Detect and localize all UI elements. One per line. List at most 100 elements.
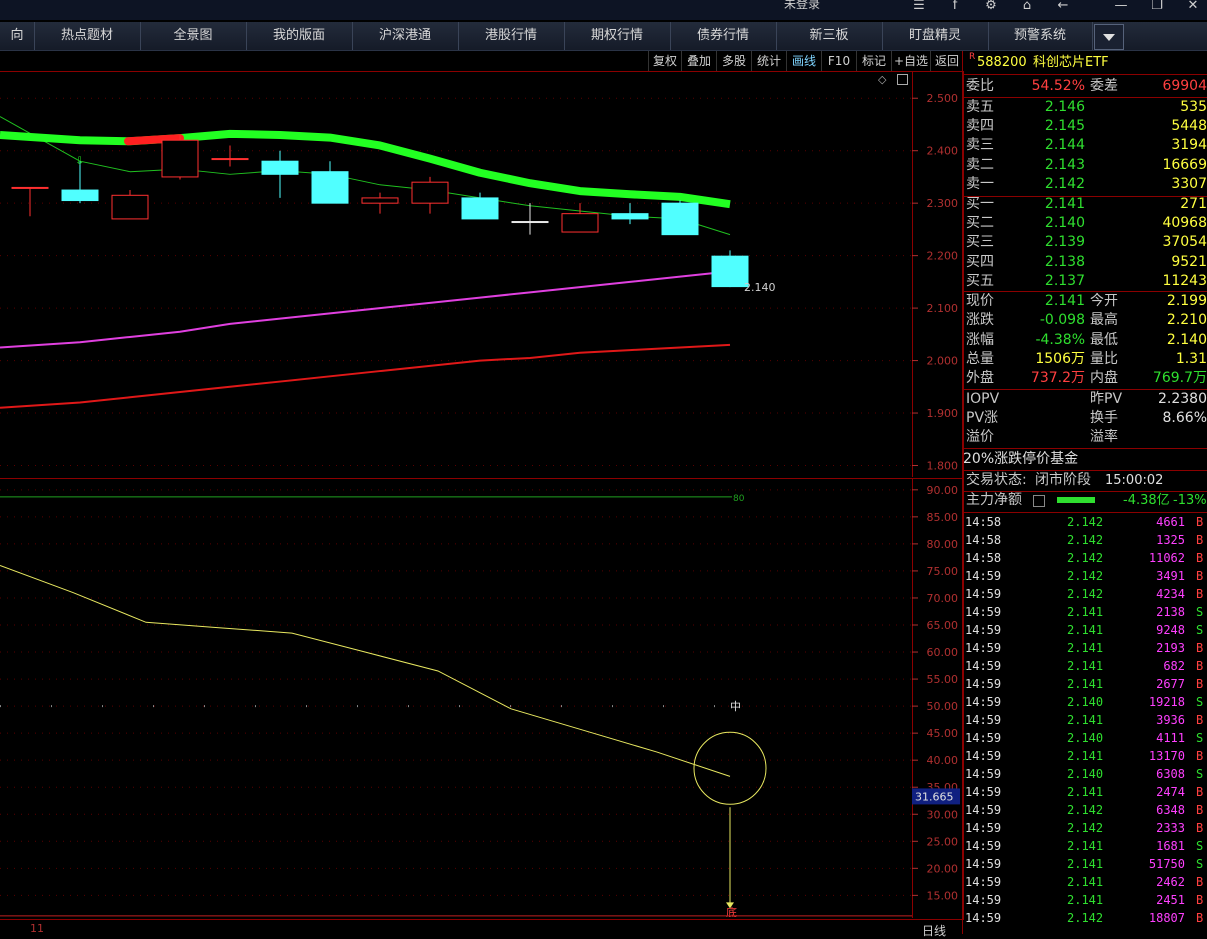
tick-row[interactable]: 14:58 2.142 11062 B (963, 549, 1207, 567)
tick-price: 2.142 (1067, 551, 1104, 565)
toolbar-button[interactable]: 返回 (930, 51, 963, 71)
main-flow-label: 主力净额 (966, 492, 1022, 508)
tick-row[interactable]: 14:58 2.142 4661 B (963, 513, 1207, 531)
tick-row[interactable]: 14:59 2.140 19218 S (963, 693, 1207, 711)
tick-price: 2.141 (1067, 677, 1104, 691)
tick-time: 14:59 (965, 659, 1002, 673)
y-tick-label: 2.400 (927, 145, 959, 158)
tick-row[interactable]: 14:59 2.141 2462 B (963, 873, 1207, 891)
toolbar-button-draw[interactable]: 画线 (786, 51, 821, 71)
tick-price: 2.142 (1067, 911, 1104, 925)
ask-label: 卖四 (966, 118, 994, 135)
tick-side: B (1196, 785, 1204, 799)
back-icon[interactable]: ← (1052, 0, 1074, 16)
toolbar-button[interactable]: 多股 (716, 51, 751, 71)
toolbar-button[interactable]: 标记 (856, 51, 891, 71)
tick-row[interactable]: 14:59 2.141 1681 S (963, 837, 1207, 855)
tick-row[interactable]: 14:59 2.141 2677 B (963, 675, 1207, 693)
tick-volume: 4234 (1156, 587, 1185, 601)
ask-row[interactable]: 卖四 2.145 5448 (963, 117, 1207, 136)
home-icon[interactable]: ⌂ (1016, 0, 1038, 16)
settings-icon[interactable]: ⚙ (980, 0, 1002, 16)
tick-price: 2.142 (1067, 587, 1104, 601)
time-axis-label: 11 (30, 922, 44, 935)
toolbar-button[interactable]: F10 (821, 51, 856, 71)
tick-price: 2.142 (1067, 821, 1104, 835)
price-chart[interactable]: 2.500 2.400 2.300 2.200 2.100 2.000 1.900 1.800… (0, 72, 962, 476)
ask-row[interactable]: 卖五 2.146 535 (963, 98, 1207, 117)
turnover-value: 8.66% (1162, 410, 1207, 426)
tick-row[interactable]: 14:59 2.141 682 B (963, 657, 1207, 675)
tick-row[interactable]: 14:59 2.141 13170 B (963, 747, 1207, 765)
bid-row[interactable]: 买二 2.140 40968 (963, 214, 1207, 233)
tick-row[interactable]: 14:59 2.142 6348 B (963, 801, 1207, 819)
tick-row[interactable]: 14:59 2.142 18807 B (963, 909, 1207, 927)
tick-row[interactable]: 14:59 2.141 2451 B (963, 891, 1207, 909)
list-icon[interactable]: ☰ (908, 0, 930, 16)
tick-volume: 2333 (1156, 821, 1185, 835)
weicha-value: 69904 (1162, 78, 1207, 94)
ma-magenta-line (0, 270, 731, 349)
nav-item[interactable]: 盯盘精灵 (882, 22, 989, 50)
stat-label: 最低 (1090, 331, 1118, 348)
tick-row[interactable]: 14:59 2.141 9248 S (963, 621, 1207, 639)
tick-row[interactable]: 14:59 2.142 3491 B (963, 567, 1207, 585)
tick-row[interactable]: 14:59 2.141 3936 B (963, 711, 1207, 729)
main-flow-row: 主力净额 -4.38亿 -13% (963, 491, 1207, 510)
nav-item[interactable]: 我的版面 (246, 22, 353, 50)
indicator-chart[interactable]: 90.00 85.00 80.00 75.00 70.00 65.00 60.00 55.00… (0, 479, 962, 917)
nav-item[interactable]: 沪深港通 (352, 22, 459, 50)
bid-row[interactable]: 买三 2.139 37054 (963, 233, 1207, 252)
tick-row[interactable]: 14:59 2.141 2193 B (963, 639, 1207, 657)
trade-state-label: 交易状态: (966, 472, 1027, 488)
ask-row[interactable]: 卖二 2.143 16669 (963, 156, 1207, 175)
minimize-icon[interactable]: — (1110, 0, 1132, 16)
tick-row[interactable]: 14:58 2.142 1325 B (963, 531, 1207, 549)
nav-item[interactable]: 预警系统 (988, 22, 1093, 50)
nav-item[interactable]: 港股行情 (458, 22, 565, 50)
tick-side: B (1196, 713, 1204, 727)
tick-side: B (1196, 551, 1204, 565)
premium-row: 溢价 溢率 (963, 428, 1207, 447)
nav-item[interactable]: 向 (0, 22, 35, 50)
function-icon[interactable]: f (944, 0, 966, 16)
main-flow-menu-icon[interactable] (1033, 495, 1045, 507)
ask-label: 卖三 (966, 137, 994, 154)
tick-row[interactable]: 14:59 2.141 2474 B (963, 783, 1207, 801)
toolbar-button[interactable]: 复权 (648, 51, 681, 71)
tick-row[interactable]: 14:59 2.140 6308 S (963, 765, 1207, 783)
nav-item[interactable]: 债券行情 (670, 22, 777, 50)
bid-row[interactable]: 买一 2.141 271 (963, 195, 1207, 214)
bid-row[interactable]: 买五 2.137 11243 (963, 272, 1207, 291)
toolbar-button[interactable]: 统计 (751, 51, 786, 71)
tick-row[interactable]: 14:59 2.142 4234 B (963, 585, 1207, 603)
tick-price: 2.142 (1067, 533, 1104, 547)
y-tick-label: 15.00 (927, 889, 959, 902)
close-icon[interactable]: ✕ (1182, 0, 1204, 16)
tick-price: 2.141 (1067, 623, 1104, 637)
nav-item[interactable]: 热点题材 (34, 22, 141, 50)
tick-row[interactable]: 14:59 2.140 4111 S (963, 729, 1207, 747)
tick-volume: 4661 (1156, 515, 1185, 529)
bid-label: 买三 (966, 234, 994, 251)
candle-body (161, 139, 199, 178)
tick-side: B (1196, 515, 1204, 529)
nav-item[interactable]: 新三板 (776, 22, 883, 50)
tick-row[interactable]: 14:59 2.142 2333 B (963, 819, 1207, 837)
bid-row[interactable]: 买四 2.138 9521 (963, 253, 1207, 272)
nav-item[interactable]: 全景图 (140, 22, 247, 50)
toolbar-button[interactable]: +自选 (891, 51, 930, 71)
nav-more-dropdown-icon[interactable] (1094, 24, 1124, 50)
bid-price: 2.139 (1044, 234, 1085, 251)
stat-label: 总量 (966, 350, 994, 367)
period-daily-button[interactable]: 日线 (922, 922, 946, 939)
chart-toolbar: 复权 叠加 多股 统计 画线 F10 标记 +自选 返回 (0, 51, 962, 71)
tick-row[interactable]: 14:59 2.141 51750 S (963, 855, 1207, 873)
toolbar-button[interactable]: 叠加 (681, 51, 716, 71)
restore-icon[interactable]: ❐ (1146, 0, 1168, 16)
ask-row[interactable]: 卖一 2.142 3307 (963, 175, 1207, 194)
ask-row[interactable]: 卖三 2.144 3194 (963, 136, 1207, 155)
tick-row[interactable]: 14:59 2.141 2138 S (963, 603, 1207, 621)
nav-item[interactable]: 期权行情 (564, 22, 671, 50)
tick-time: 14:59 (965, 605, 1002, 619)
